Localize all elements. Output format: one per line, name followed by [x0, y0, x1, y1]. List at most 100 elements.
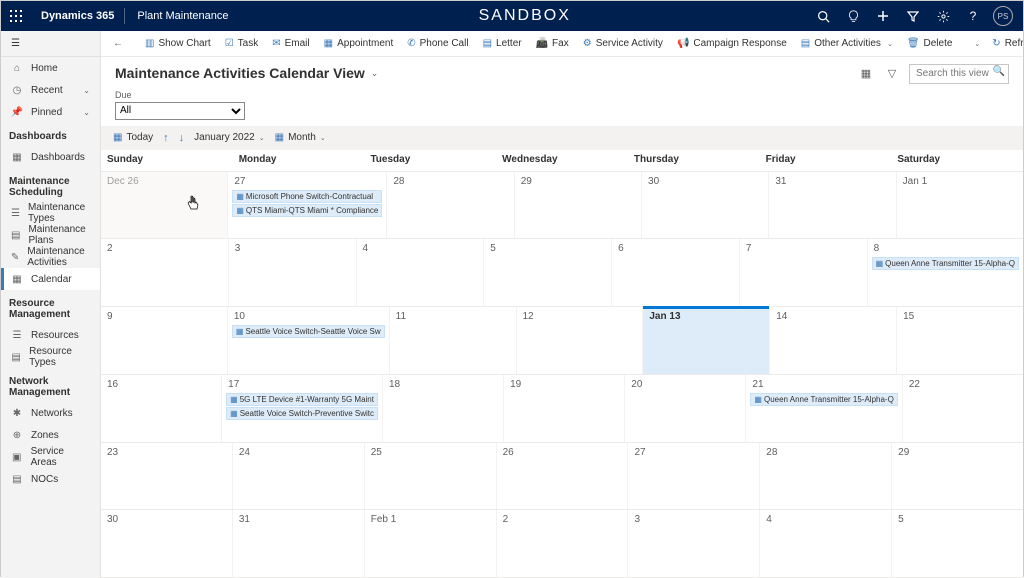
nav-recent[interactable]: ◷Recent⌄ — [1, 79, 100, 101]
show-chart-button[interactable]: ▥Show Chart — [139, 35, 217, 52]
calendar-day-cell[interactable]: Feb 1 — [365, 510, 497, 577]
delete-button[interactable]: 🗑Delete — [901, 35, 959, 52]
nav-maintenance-plans[interactable]: ▤Maintenance Plans — [1, 224, 100, 246]
nav-zones[interactable]: ⊕Zones — [1, 424, 100, 446]
calendar-event[interactable]: ▦Microsoft Phone Switch-Contractual — [232, 190, 382, 203]
calendar-day-cell[interactable]: 4 — [357, 239, 485, 306]
edit-columns-icon[interactable]: ▦ — [857, 64, 875, 82]
calendar-day-cell[interactable]: 2 — [497, 510, 629, 577]
prev-arrow-icon[interactable]: ↑ — [163, 132, 169, 144]
calendar-event[interactable]: ▦Queen Anne Transmitter 15-Alpha-Q — [750, 393, 897, 406]
search-icon[interactable] — [809, 2, 837, 30]
calendar-day-cell[interactable]: 19 — [504, 375, 625, 442]
phone-call-button[interactable]: ✆Phone Call — [401, 35, 474, 52]
due-filter-select[interactable]: All — [115, 102, 245, 120]
calendar-event[interactable]: ▦5G LTE Device #1-Warranty 5G Maint — [226, 393, 378, 406]
calendar-day-cell[interactable]: 11 — [390, 307, 517, 374]
calendar-day-cell[interactable]: 8▦Queen Anne Transmitter 15-Alpha-Q — [868, 239, 1023, 306]
fax-button[interactable]: 📠Fax — [530, 35, 575, 52]
calendar-day-cell[interactable]: 6 — [612, 239, 740, 306]
calendar-day-cell[interactable]: 2 — [101, 239, 229, 306]
calendar-day-cell[interactable]: 10▦Seattle Voice Switch-Seattle Voice Sw — [228, 307, 390, 374]
calendar-day-cell[interactable]: 27▦Microsoft Phone Switch-Contractual▦QT… — [228, 172, 387, 239]
service-activity-button[interactable]: ⚙Service Activity — [577, 35, 669, 52]
calendar-day-cell[interactable]: Jan 13 — [643, 307, 770, 374]
calendar-day-cell[interactable]: 3 — [229, 239, 357, 306]
day-number: 24 — [237, 445, 360, 460]
calendar-day-cell[interactable]: 31 — [769, 172, 896, 239]
calendar-day-cell[interactable]: 14 — [770, 307, 897, 374]
filter-icon[interactable]: ▽ — [883, 64, 901, 82]
back-button[interactable]: ← — [107, 35, 129, 52]
view-mode-selector[interactable]: ▦Month⌄ — [275, 132, 326, 143]
lightbulb-icon[interactable] — [839, 2, 867, 30]
plus-icon[interactable] — [869, 2, 897, 30]
nav-nocs[interactable]: ▤NOCs — [1, 468, 100, 490]
nav-networks[interactable]: ✱Networks — [1, 402, 100, 424]
calendar-day-cell[interactable]: 18 — [383, 375, 504, 442]
search-box[interactable]: 🔍 — [909, 63, 1009, 84]
calendar-day-cell[interactable]: 3 — [628, 510, 760, 577]
calendar-day-cell[interactable]: 15 — [897, 307, 1023, 374]
today-button[interactable]: ▦Today — [113, 132, 153, 143]
nav-maintenance-types[interactable]: ☰Maintenance Types — [1, 202, 100, 224]
email-button[interactable]: ✉Email — [266, 35, 315, 52]
calendar-event[interactable]: ▦Queen Anne Transmitter 15-Alpha-Q — [872, 257, 1019, 270]
task-button[interactable]: ☑Task — [219, 35, 265, 52]
calendar-day-cell[interactable]: 27 — [628, 443, 760, 510]
calendar-event[interactable]: ▦QTS Miami-QTS Miami * Compliance — [232, 204, 382, 217]
appointment-button[interactable]: ▦Appointment — [318, 35, 400, 52]
calendar-day-cell[interactable]: 4 — [760, 510, 892, 577]
app-name[interactable]: Plant Maintenance — [125, 10, 240, 22]
filter-icon[interactable] — [899, 2, 927, 30]
calendar-day-cell[interactable]: 5 — [892, 510, 1023, 577]
chevron-down-icon[interactable]: ⌄ — [970, 40, 984, 48]
calendar-day-cell[interactable]: 30 — [642, 172, 769, 239]
nav-calendar[interactable]: ▦Calendar — [1, 268, 100, 290]
nav-pinned[interactable]: 📌Pinned⌄ — [1, 101, 100, 123]
nav-service-areas[interactable]: ▣Service Areas — [1, 446, 100, 468]
calendar-day-cell[interactable]: 22 — [903, 375, 1023, 442]
view-selector-chevron[interactable]: ⌄ — [371, 68, 379, 79]
nav-group-resource: Resource Management — [1, 290, 100, 324]
letter-button[interactable]: ▤Letter — [477, 35, 528, 52]
calendar-day-cell[interactable]: 29 — [515, 172, 642, 239]
nav-home[interactable]: ⌂Home — [1, 57, 100, 79]
hamburger-icon[interactable]: ☰ — [11, 38, 20, 49]
calendar-day-cell[interactable]: 28 — [760, 443, 892, 510]
calendar-day-cell[interactable]: Dec 26 — [101, 172, 228, 239]
calendar-day-cell[interactable]: 5 — [484, 239, 612, 306]
gear-icon[interactable] — [929, 2, 957, 30]
campaign-response-button[interactable]: 📢Campaign Response — [671, 35, 793, 52]
calendar-day-cell[interactable]: 29 — [892, 443, 1023, 510]
calendar-day-cell[interactable]: 28 — [387, 172, 514, 239]
calendar-day-cell[interactable]: 16 — [101, 375, 222, 442]
calendar-day-cell[interactable]: 24 — [233, 443, 365, 510]
calendar-day-cell[interactable]: 20 — [625, 375, 746, 442]
resource-icon: ☰ — [11, 330, 23, 341]
calendar-day-cell[interactable]: 9 — [101, 307, 228, 374]
app-launcher-icon[interactable] — [1, 1, 31, 31]
nav-resources[interactable]: ☰Resources — [1, 324, 100, 346]
calendar-day-cell[interactable]: Jan 1 — [897, 172, 1023, 239]
calendar-day-cell[interactable]: 30 — [101, 510, 233, 577]
user-avatar[interactable]: PS — [989, 2, 1017, 30]
period-selector[interactable]: January 2022⌄ — [194, 132, 264, 143]
other-activities-button[interactable]: ▤Other Activities⌄ — [795, 35, 899, 52]
nav-dashboards[interactable]: ▦Dashboards — [1, 146, 100, 168]
calendar-day-cell[interactable]: 17▦5G LTE Device #1-Warranty 5G Maint▦Se… — [222, 375, 383, 442]
calendar-day-cell[interactable]: 21▦Queen Anne Transmitter 15-Alpha-Q — [746, 375, 902, 442]
calendar-day-cell[interactable]: 31 — [233, 510, 365, 577]
calendar-day-cell[interactable]: 23 — [101, 443, 233, 510]
calendar-day-cell[interactable]: 26 — [497, 443, 629, 510]
calendar-event[interactable]: ▦Seattle Voice Switch-Seattle Voice Sw — [232, 325, 385, 338]
next-arrow-icon[interactable]: ↓ — [179, 132, 185, 144]
calendar-event[interactable]: ▦Seattle Voice Switch-Preventive Switc — [226, 407, 378, 420]
calendar-day-cell[interactable]: 7 — [740, 239, 868, 306]
calendar-day-cell[interactable]: 12 — [517, 307, 644, 374]
nav-resource-types[interactable]: ▤Resource Types — [1, 346, 100, 368]
calendar-day-cell[interactable]: 25 — [365, 443, 497, 510]
help-icon[interactable]: ? — [959, 2, 987, 30]
refresh-button[interactable]: ↻Refresh — [986, 35, 1023, 52]
nav-maintenance-activities[interactable]: ✎Maintenance Activities — [1, 246, 100, 268]
